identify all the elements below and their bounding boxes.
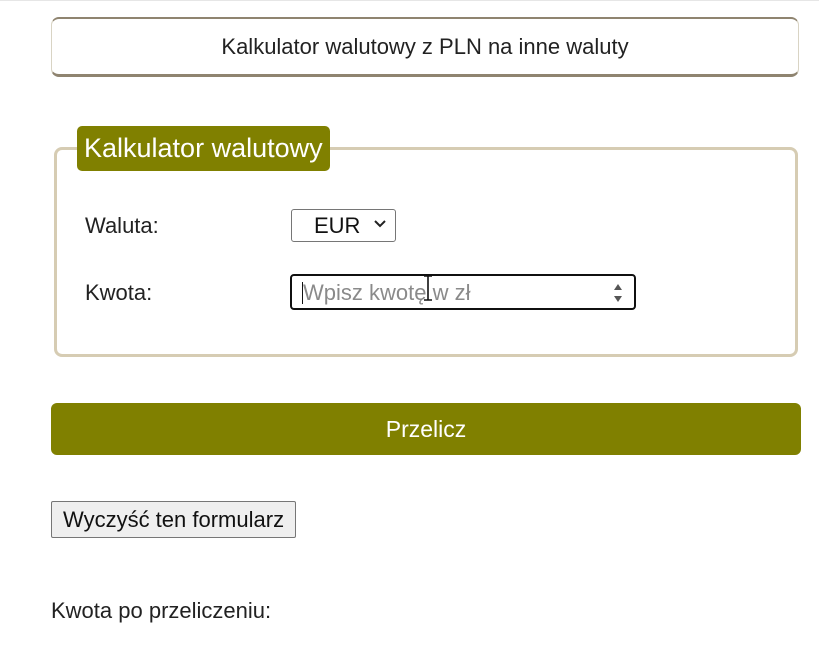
currency-selected-value: EUR bbox=[314, 212, 361, 238]
text-caret bbox=[302, 282, 303, 304]
chevron-down-icon bbox=[374, 220, 386, 228]
result-label: Kwota po przeliczeniu: bbox=[51, 598, 272, 623]
amount-placeholder: Wpisz kwotę w zł bbox=[303, 280, 471, 305]
calculator-fieldset bbox=[54, 147, 798, 357]
spinner-arrows-icon[interactable] bbox=[612, 281, 624, 305]
amount-label: Kwota: bbox=[85, 280, 153, 305]
convert-button[interactable]: Przelicz bbox=[51, 403, 801, 455]
reset-form-button[interactable]: Wyczyść ten formularz bbox=[51, 501, 297, 538]
calculator-legend: Kalkulator walutowy bbox=[77, 126, 330, 171]
page-title: Kalkulator walutowy z PLN na inne waluty bbox=[221, 33, 629, 59]
currency-label: Waluta: bbox=[85, 213, 159, 238]
top-divider bbox=[0, 0, 819, 1]
text-cursor-icon bbox=[424, 275, 432, 301]
amount-input[interactable]: Wpisz kwotę w zł bbox=[290, 274, 636, 310]
page-header: Kalkulator walutowy z PLN na inne waluty bbox=[51, 17, 799, 77]
currency-select[interactable]: EUR bbox=[291, 209, 396, 242]
